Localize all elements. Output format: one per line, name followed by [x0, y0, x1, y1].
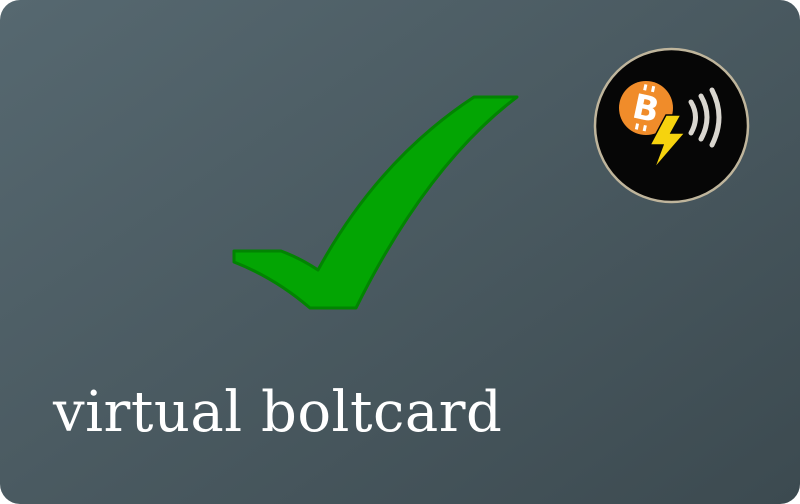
card-title: virtual boltcard — [53, 380, 503, 445]
bitcoin-lightning-nfc-logo: B — [593, 47, 750, 204]
boltcard: B virtual boltcard — [0, 0, 800, 504]
